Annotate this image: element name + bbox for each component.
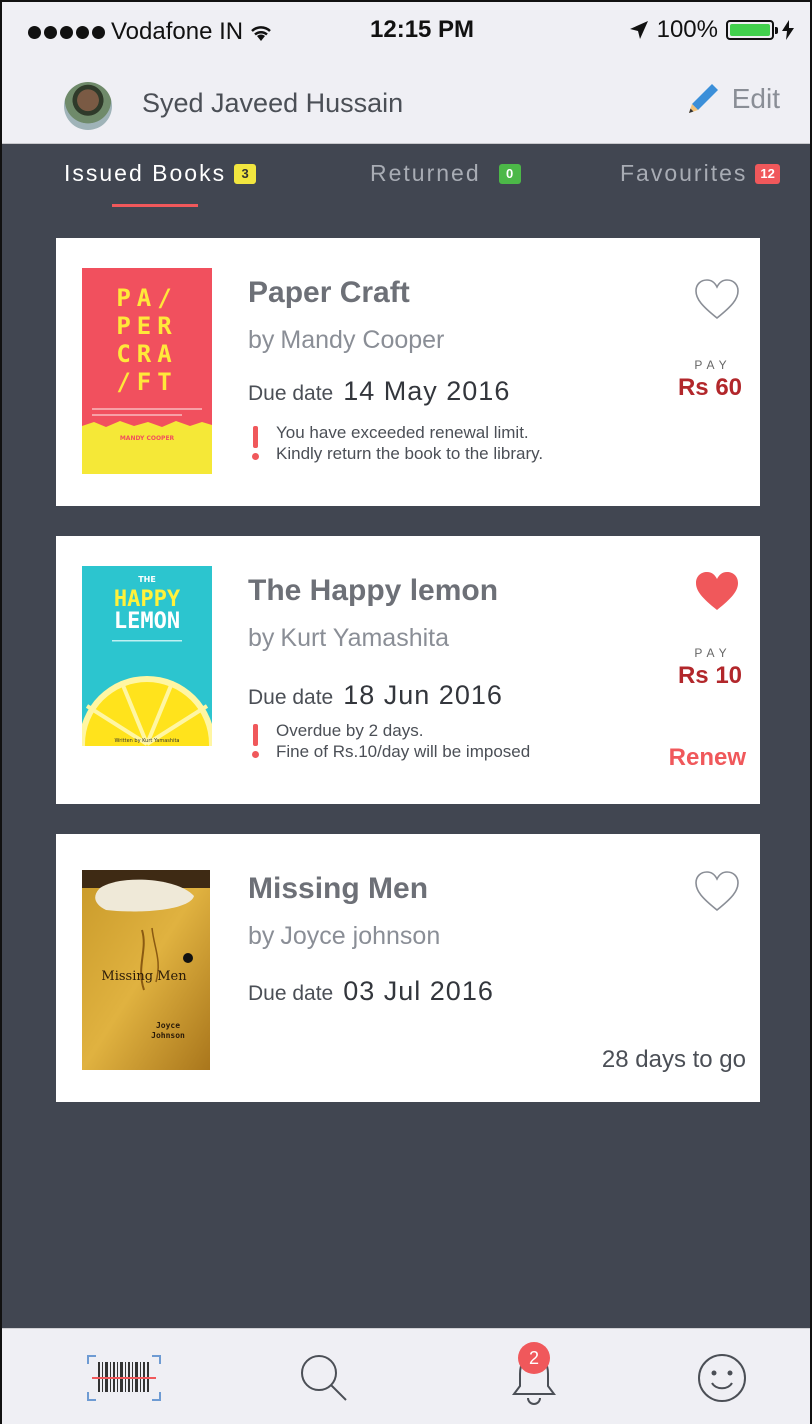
smiley-icon — [698, 1354, 746, 1402]
notification-count-badge: 2 — [518, 1342, 550, 1374]
book-author: by Joyce johnson — [248, 922, 441, 950]
bottom-tab-bar — [2, 1328, 810, 1424]
cover-title-line: /FT — [116, 368, 177, 396]
issued-count-badge: 3 — [234, 163, 257, 184]
fine-amount: PAY Rs 60 — [674, 358, 746, 402]
renew-button[interactable]: Renew — [669, 744, 746, 772]
pay-amount: Rs 60 — [677, 374, 743, 401]
user-name: Syed Javeed Hussain — [142, 88, 404, 118]
book-card[interactable]: PA/ PER CRA /FT MANDY COOPER Paper Craft… — [56, 238, 760, 506]
edit-button[interactable]: Edit — [686, 82, 780, 116]
tab-search[interactable] — [264, 1329, 384, 1424]
cover-byline: Written by Kurt Yamashita — [115, 738, 180, 744]
tab-returned[interactable]: Returned 0 — [370, 160, 521, 187]
cover-title-line: CRA — [116, 340, 177, 368]
book-cover[interactable]: Missing Men Joyce Johnson — [82, 870, 210, 1070]
tab-issued-books[interactable]: Issued Books 3 — [64, 160, 257, 187]
due-date: Due date 03 Jul 2016 — [248, 976, 494, 1007]
pencil-icon — [688, 84, 718, 113]
search-icon — [301, 1355, 347, 1401]
pay-label: PAY — [694, 646, 732, 660]
book-tabs: Issued Books 3 Returned 0 Favourites 12 — [2, 144, 810, 224]
cover-author: MANDY COOPER — [120, 435, 175, 442]
pay-amount: Rs 10 — [677, 662, 743, 689]
cover-author: Joyce — [156, 1021, 180, 1030]
book-author: by Mandy Cooper — [248, 326, 445, 354]
favourite-heart-outline-icon[interactable] — [694, 870, 740, 912]
returned-count-badge: 0 — [498, 163, 521, 184]
book-cover[interactable]: PA/ PER CRA /FT MANDY COOPER — [82, 268, 212, 474]
barcode-scanner-icon — [87, 1355, 161, 1401]
book-title[interactable]: The Happy lemon — [248, 574, 498, 608]
carrier-name: Vodafone IN — [111, 18, 244, 45]
book-author: by Kurt Yamashita — [248, 624, 450, 652]
cover-top-line: THE — [138, 575, 156, 584]
tab-scan[interactable] — [64, 1329, 184, 1424]
warning-message: You have exceeded renewal limit. Kindly … — [248, 422, 543, 464]
cover-title: Missing Men — [101, 969, 187, 984]
due-date: Due date 18 Jun 2016 — [248, 680, 503, 711]
cover-author: Johnson — [151, 1031, 185, 1040]
cover-title-line: LEMON — [114, 609, 180, 634]
battery-percentage: 100% — [656, 16, 718, 43]
battery-icon — [726, 20, 778, 40]
book-title[interactable]: Missing Men — [248, 872, 428, 906]
location-arrow-icon — [629, 21, 648, 39]
tab-label: Favourites — [620, 160, 748, 186]
due-date-label: Due date — [248, 982, 334, 1005]
profile-header: Syed Javeed Hussain Edit — [2, 60, 810, 144]
tab-favourites[interactable]: Favourites 12 — [620, 160, 780, 187]
tab-label: Returned — [370, 160, 481, 186]
due-date: Due date 14 May 2016 — [248, 376, 510, 407]
cover-title-line: PER — [116, 312, 177, 340]
due-date-label: Due date — [248, 382, 334, 405]
due-date-value: 03 Jul 2016 — [343, 976, 494, 1006]
tab-label: Issued Books — [64, 160, 227, 186]
clock: 12:15 PM — [370, 16, 475, 43]
warning-message: Overdue by 2 days. Fine of Rs.10/day wil… — [248, 720, 530, 762]
edit-label: Edit — [731, 83, 780, 114]
tab-profile[interactable] — [662, 1329, 782, 1424]
exclamation-icon — [248, 720, 262, 762]
favourite-heart-outline-icon[interactable] — [694, 278, 740, 320]
fine-amount: PAY Rs 10 — [674, 646, 746, 690]
avatar[interactable] — [64, 82, 112, 130]
days-to-go: 28 days to go — [601, 1046, 746, 1073]
app-screen: Vodafone IN 12:15 PM 100% Syed Javeed Hu… — [0, 0, 812, 1424]
wifi-icon — [251, 26, 271, 41]
book-title[interactable]: Paper Craft — [248, 276, 410, 310]
favourite-heart-filled-icon[interactable] — [694, 570, 740, 612]
book-card[interactable]: Missing Men Joyce Johnson Missing Men by… — [56, 834, 760, 1102]
status-bar: Vodafone IN 12:15 PM 100% — [2, 2, 810, 60]
exclamation-icon — [248, 422, 262, 464]
favourites-count-badge: 12 — [755, 163, 780, 184]
book-cover[interactable]: THE HAPPY LEMON Written by Kurt Yamashit… — [82, 566, 212, 746]
pay-label: PAY — [694, 358, 732, 372]
due-date-value: 18 Jun 2016 — [343, 680, 503, 710]
due-date-value: 14 May 2016 — [343, 376, 511, 406]
active-tab-indicator — [112, 204, 198, 207]
due-date-label: Due date — [248, 686, 334, 709]
cover-title-line: PA/ — [116, 284, 177, 312]
book-card[interactable]: THE HAPPY LEMON Written by Kurt Yamashit… — [56, 536, 760, 804]
signal-strength-icon — [28, 25, 105, 39]
charging-bolt-icon — [782, 20, 794, 40]
